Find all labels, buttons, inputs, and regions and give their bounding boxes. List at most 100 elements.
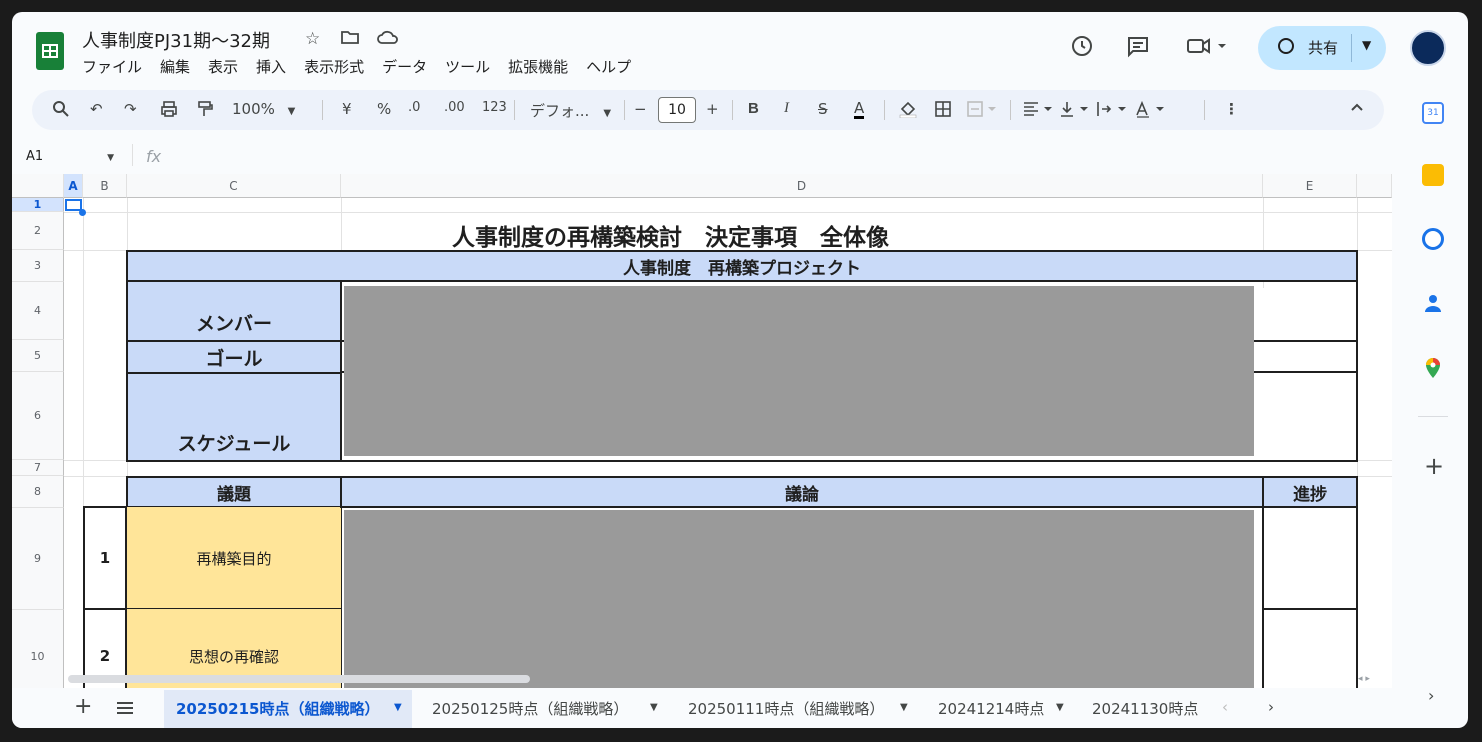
row-header-1[interactable]: 1 xyxy=(12,198,64,212)
column-header-d[interactable]: D xyxy=(341,174,1263,198)
menu-tools[interactable]: ツール xyxy=(445,56,490,77)
vertical-align-icon[interactable] xyxy=(1058,100,1090,122)
chevron-down-icon[interactable]: ▼ xyxy=(900,702,908,713)
contacts-icon[interactable] xyxy=(1422,292,1444,314)
increase-decimal-button[interactable]: .00 xyxy=(444,100,465,115)
menu-format[interactable]: 表示形式 xyxy=(304,56,364,77)
row-header-4[interactable]: 4 xyxy=(12,282,64,340)
row-header-5[interactable]: 5 xyxy=(12,340,64,372)
name-box[interactable]: A1 ▼ xyxy=(26,149,114,164)
version-history-icon[interactable] xyxy=(1070,34,1094,64)
calendar-icon[interactable]: 31 xyxy=(1422,102,1444,124)
move-folder-icon[interactable] xyxy=(340,29,360,50)
menu-data[interactable]: データ xyxy=(382,56,427,77)
cloud-status-icon[interactable] xyxy=(376,29,400,50)
fill-handle[interactable] xyxy=(79,209,86,216)
borders-icon[interactable] xyxy=(934,100,952,122)
item-topic: 再構築目的 xyxy=(126,506,342,610)
star-icon[interactable]: ☆ xyxy=(305,29,320,49)
avatar[interactable] xyxy=(1410,30,1446,66)
row-header-8[interactable]: 8 xyxy=(12,476,64,508)
collapse-toolbar-icon[interactable] xyxy=(1350,100,1364,118)
item-number: 1 xyxy=(83,506,127,610)
column-header-a[interactable]: A xyxy=(64,174,83,198)
increase-font-size-button[interactable]: + xyxy=(706,100,719,118)
bold-button[interactable]: B xyxy=(748,100,759,117)
share-button[interactable]: 共有 ▼ xyxy=(1258,26,1386,70)
spreadsheet-grid[interactable]: A B C D E 1 2 3 4 5 6 7 8 9 10 人事制度の再構築検… xyxy=(12,174,1392,688)
currency-format-button[interactable]: ¥ xyxy=(342,100,352,118)
horizontal-scrollbar[interactable] xyxy=(68,675,530,683)
horizontal-align-icon[interactable] xyxy=(1022,100,1054,122)
scroll-tabs-left-icon[interactable]: ‹ xyxy=(1222,698,1228,716)
tasks-icon[interactable] xyxy=(1422,228,1444,250)
maps-icon[interactable] xyxy=(1422,356,1444,378)
decrease-font-size-button[interactable]: − xyxy=(634,100,647,118)
gridline xyxy=(341,198,342,258)
redacted-area xyxy=(344,510,1254,688)
comments-icon[interactable] xyxy=(1126,34,1150,64)
sheet-tab-active[interactable]: 20250215時点（組織戦略） xyxy=(176,698,380,719)
share-divider xyxy=(1351,34,1352,62)
zoom-select[interactable]: 100% ▼ xyxy=(232,100,295,118)
add-sheet-icon[interactable]: + xyxy=(74,694,92,719)
column-header-blank xyxy=(1357,174,1392,198)
row-header-6[interactable]: 6 xyxy=(12,372,64,460)
percent-format-button[interactable]: % xyxy=(377,100,391,118)
text-color-button[interactable]: A xyxy=(854,100,865,119)
column-header-c[interactable]: C xyxy=(127,174,341,198)
keep-icon[interactable] xyxy=(1422,164,1444,186)
decrease-decimal-button[interactable]: .0 xyxy=(408,100,420,115)
italic-button[interactable]: I xyxy=(784,100,789,117)
project-header: 人事制度 再構築プロジェクト xyxy=(126,250,1358,282)
meet-video-icon[interactable] xyxy=(1186,34,1226,64)
column-divider xyxy=(1262,506,1264,688)
document-title[interactable]: 人事制度PJ31期～32期 xyxy=(82,27,270,53)
row-header-7[interactable]: 7 xyxy=(12,460,64,476)
all-sheets-icon[interactable] xyxy=(116,700,134,719)
print-icon[interactable] xyxy=(160,100,178,122)
column-header-e[interactable]: E xyxy=(1263,174,1357,198)
show-side-panel-icon[interactable]: › xyxy=(1428,686,1434,705)
text-wrapping-icon[interactable] xyxy=(1096,100,1128,122)
text-rotation-icon[interactable] xyxy=(1134,100,1166,122)
column-header-b[interactable]: B xyxy=(83,174,127,198)
chevron-down-icon[interactable]: ▼ xyxy=(650,702,658,713)
merge-cells-icon[interactable] xyxy=(966,100,998,122)
select-all-corner[interactable] xyxy=(12,174,64,198)
chevron-down-icon[interactable]: ▼ xyxy=(394,702,402,713)
sheet-tab[interactable]: 20250111時点（組織戦略） xyxy=(688,698,884,719)
chevron-down-icon[interactable]: ▼ xyxy=(1362,38,1371,52)
sheet-tab[interactable]: 20241214時点 xyxy=(938,698,1044,719)
search-menus-icon[interactable] xyxy=(52,100,70,122)
sheet-tab[interactable]: 20250125時点（組織戦略） xyxy=(432,698,628,719)
fill-color-icon[interactable] xyxy=(898,100,918,122)
undo-icon[interactable]: ↶ xyxy=(90,100,103,118)
menu-help[interactable]: ヘルプ xyxy=(586,56,631,77)
row-header-2[interactable]: 2 xyxy=(12,212,64,250)
paint-format-icon[interactable] xyxy=(196,100,214,122)
sheet-tab[interactable]: 20241130時点 xyxy=(1092,698,1202,719)
redo-icon[interactable]: ↷ xyxy=(124,100,137,118)
menu-extensions[interactable]: 拡張機能 xyxy=(508,56,568,77)
scroll-tabs-right-icon[interactable]: › xyxy=(1268,698,1274,716)
font-size-input[interactable]: 10 xyxy=(658,97,696,123)
sheets-logo-icon[interactable] xyxy=(36,32,64,70)
more-options-icon[interactable]: ⋮ xyxy=(1224,100,1239,118)
menu-edit[interactable]: 編集 xyxy=(160,56,190,77)
row-header-9[interactable]: 9 xyxy=(12,508,64,610)
chevron-down-icon[interactable]: ▼ xyxy=(1056,702,1064,713)
menu-bar: ファイル 編集 表示 挿入 表示形式 データ ツール 拡張機能 ヘルプ xyxy=(82,56,649,77)
menu-file[interactable]: ファイル xyxy=(82,56,142,77)
add-addon-icon[interactable]: + xyxy=(1424,452,1444,480)
app-window: 人事制度PJ31期～32期 ☆ ファイル 編集 表示 挿入 表示形式 データ ツ… xyxy=(12,12,1468,728)
row-header-3[interactable]: 3 xyxy=(12,250,64,282)
menu-view[interactable]: 表示 xyxy=(208,56,238,77)
menu-insert[interactable]: 挿入 xyxy=(256,56,286,77)
font-select[interactable]: デフォ... ▼ xyxy=(530,100,611,121)
scroll-arrows[interactable]: ◂ ▸ xyxy=(1358,674,1370,684)
formula-divider xyxy=(132,144,133,166)
row-header-10[interactable]: 10 xyxy=(12,610,64,688)
more-formats-button[interactable]: 123 xyxy=(482,100,507,115)
strikethrough-button[interactable]: S xyxy=(818,100,828,118)
